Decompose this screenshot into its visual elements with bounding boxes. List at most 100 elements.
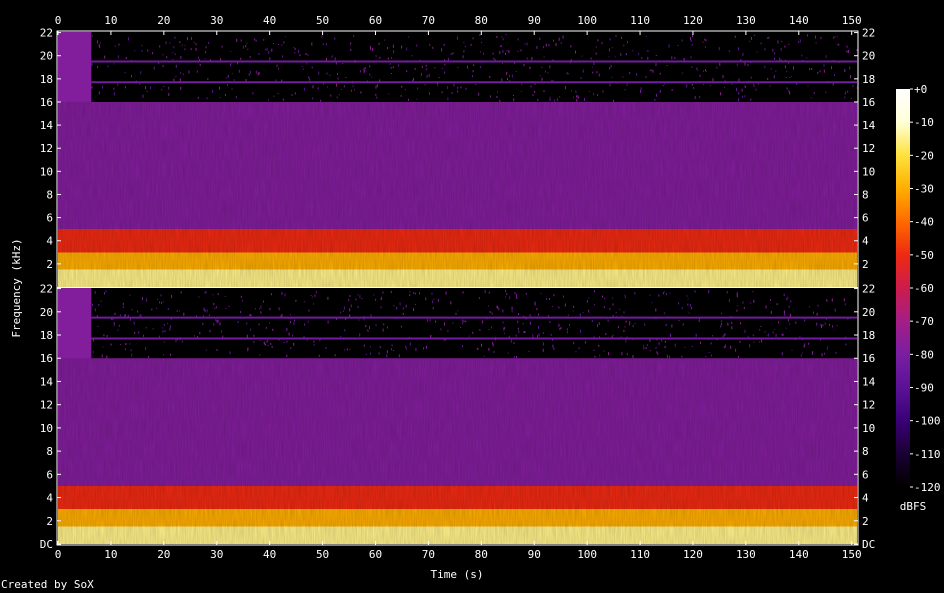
colorbar-tick-label: -90: [914, 382, 934, 395]
colorbar-tick-label: -80: [914, 348, 934, 361]
colorbar-tick-label: -50: [914, 249, 934, 262]
x-tick-label-top: 120: [683, 14, 703, 27]
y-tick-label-right: 8: [862, 445, 869, 458]
x-tick-label-top: 80: [475, 14, 488, 27]
y-tick-label-left: 2: [46, 515, 53, 528]
y-tick-label-left: 4: [46, 235, 53, 248]
colorbar-label: dBFS: [900, 500, 927, 513]
y-tick-label-right: 4: [862, 492, 869, 505]
y-tick-label-right: 16: [862, 96, 875, 109]
y-axis-label: Frequency (kHz): [10, 238, 23, 337]
x-tick-label-bottom: 110: [630, 548, 650, 561]
y-tick-label-right: 2: [862, 258, 869, 271]
colorbar: +0 -10 -20 -30 -40 -50 -60 -70 -80 -90 -100 -110 -12…: [896, 83, 941, 494]
x-tick-label-top: 150: [842, 14, 862, 27]
colorbar-tick-label: -40: [914, 216, 934, 229]
colorbar-ramp: [896, 89, 910, 487]
x-tick-label-top: 10: [104, 14, 117, 27]
y-tick-label-right: 2: [862, 515, 869, 528]
colorbar-tick-label: -100: [914, 415, 941, 428]
y-tick-label-right: 18: [862, 329, 875, 342]
x-tick-label-top: 20: [157, 14, 170, 27]
x-tick-label-top: 50: [316, 14, 329, 27]
y-tick-label-left: 16: [40, 96, 53, 109]
y-tick-label-left: 8: [46, 445, 53, 458]
x-tick-label-top: 70: [422, 14, 435, 27]
x-tick-label-bottom: 100: [577, 548, 597, 561]
y-tick-label-left: 16: [40, 352, 53, 365]
y-tick-label-right: 20: [862, 306, 875, 319]
x-tick-label-bottom: 10: [104, 548, 117, 561]
y-tick-label-right: 12: [862, 399, 875, 412]
intro-region: [58, 288, 92, 359]
y-tick-label-right: 12: [862, 142, 875, 155]
colorbar-tick-label: -70: [914, 315, 934, 328]
y-tick-label-left: 6: [46, 468, 53, 481]
x-tick-label-bottom: 20: [157, 548, 170, 561]
x-tick-label-bottom: 0: [55, 548, 62, 561]
y-tick-label-left: 10: [40, 422, 53, 435]
x-tick-label-bottom: 30: [210, 548, 223, 561]
y-tick-label-right: 14: [862, 119, 876, 132]
colorbar-tick-label: -120: [914, 481, 941, 494]
x-tick-label-bottom: 70: [422, 548, 435, 561]
x-tick-label-top: 90: [528, 14, 541, 27]
y-tick-label-left: 22: [40, 27, 53, 40]
y-tick-label-left: 4: [46, 492, 53, 505]
x-tick-label-top: 100: [577, 14, 597, 27]
intro-region: [58, 32, 92, 102]
texture-overlay: [58, 101, 857, 287]
credit-text: Created by SoX: [1, 578, 94, 591]
colorbar-tick-label: -30: [914, 183, 934, 196]
x-tick-label-bottom: 120: [683, 548, 703, 561]
x-axis-label: Time (s): [431, 568, 484, 581]
spectrogram-figure: 0 0 10 10 20 20 30 30 40 40 50 50 60 60 70 70 80 80 90 90 10…: [10, 14, 941, 581]
y-tick-label-left: 14: [40, 119, 54, 132]
channel-2-spectrogram: [58, 288, 858, 544]
y-tick-label-left: 6: [46, 212, 53, 225]
x-tick-label-top: 60: [369, 14, 382, 27]
colorbar-tick-label: -60: [914, 282, 934, 295]
y-tick-label-right: 22: [862, 27, 875, 40]
y-tick-label-left: 2: [46, 258, 53, 271]
x-tick-label-bottom: 40: [263, 548, 276, 561]
y-tick-label-left: 8: [46, 188, 53, 201]
texture-overlay: [58, 358, 857, 544]
colorbar-tick-label: -110: [914, 448, 941, 461]
x-tick-label-bottom: 90: [528, 548, 541, 561]
y-tick-label-right: 8: [862, 188, 869, 201]
x-tick-label-bottom: 130: [736, 548, 756, 561]
x-tick-label-top: 0: [55, 14, 62, 27]
y-tick-label-left: DC: [40, 538, 53, 551]
y-tick-label-right: 22: [862, 283, 875, 296]
y-tick-label-left: 14: [40, 375, 54, 388]
y-tick-label-right: 14: [862, 375, 876, 388]
y-tick-label-left: 12: [40, 142, 53, 155]
y-tick-label-right: 10: [862, 165, 875, 178]
y-tick-label-left: 22: [40, 283, 53, 296]
y-tick-label-right: 20: [862, 50, 875, 63]
colorbar-tick-label: +0: [914, 83, 927, 96]
y-tick-label-right: 4: [862, 235, 869, 248]
colorbar-tick-label: -10: [914, 116, 934, 129]
x-tick-label-top: 140: [789, 14, 809, 27]
y-tick-label-left: 20: [40, 50, 53, 63]
y-tick-label-left: 20: [40, 306, 53, 319]
x-tick-label-bottom: 140: [789, 548, 809, 561]
x-tick-label-top: 30: [210, 14, 223, 27]
x-tick-label-bottom: 150: [842, 548, 862, 561]
x-tick-label-top: 130: [736, 14, 756, 27]
y-tick-label-right: 6: [862, 468, 869, 481]
y-tick-label-left: 18: [40, 73, 53, 86]
y-tick-label-left: 18: [40, 329, 53, 342]
y-tick-label-right: 16: [862, 352, 875, 365]
x-tick-label-bottom: 50: [316, 548, 329, 561]
x-tick-label-top: 110: [630, 14, 650, 27]
y-tick-label-right: 6: [862, 212, 869, 225]
x-tick-label-top: 40: [263, 14, 276, 27]
y-tick-label-left: 10: [40, 165, 53, 178]
y-tick-label-right: DC: [862, 538, 875, 551]
lowpass-silence-region: [91, 288, 858, 359]
channel-1-spectrogram: [58, 32, 858, 287]
x-tick-label-bottom: 60: [369, 548, 382, 561]
